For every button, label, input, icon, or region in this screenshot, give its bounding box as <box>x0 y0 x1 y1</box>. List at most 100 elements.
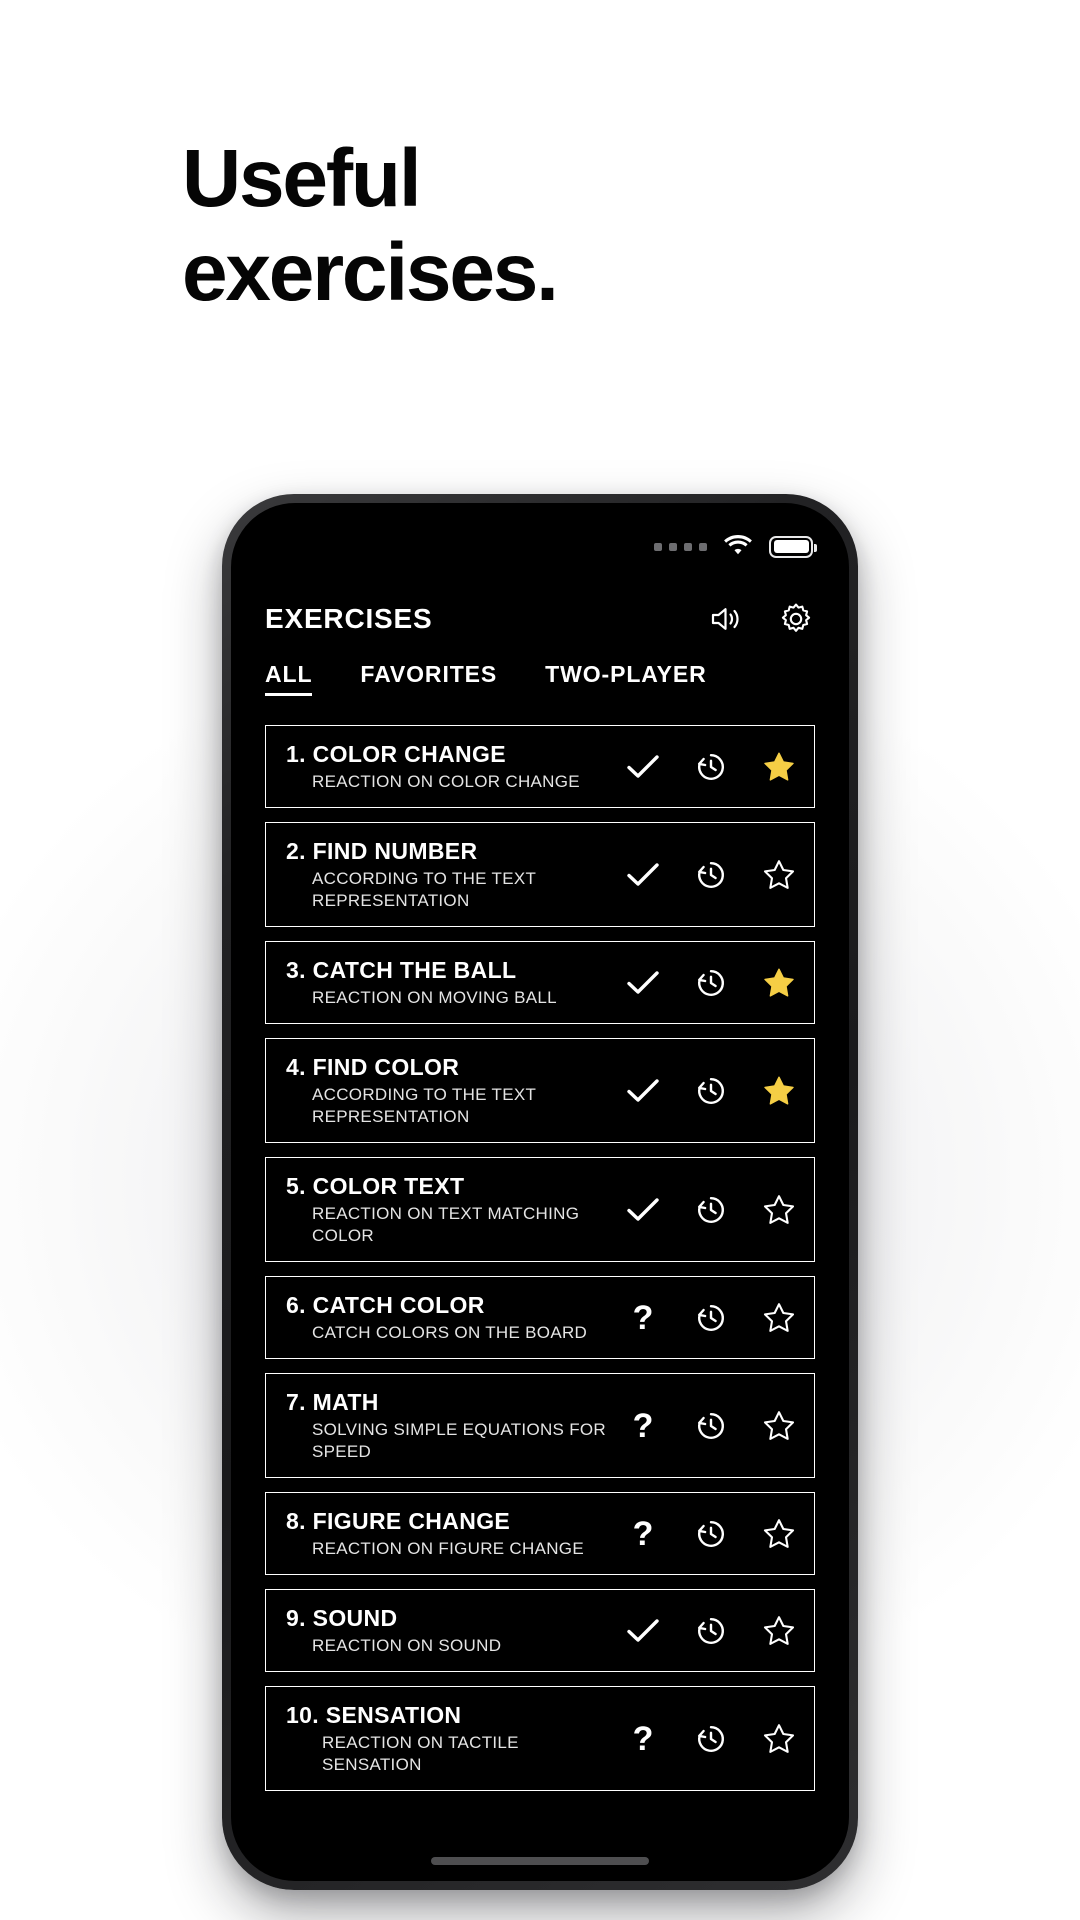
exercise-subtitle: REACTION ON COLOR CHANGE <box>312 772 580 791</box>
history-clock-icon[interactable] <box>694 855 728 895</box>
history-clock-icon[interactable] <box>694 1190 728 1230</box>
exercise-subtitle: REACTION ON MOVING BALL <box>312 988 557 1007</box>
exercise-subtitle: ACCORDING TO THE TEXT REPRESENTATION <box>312 869 536 910</box>
exercise-title: 1. COLOR CHANGE <box>286 741 506 767</box>
status-bar-right <box>654 533 817 560</box>
exercise-card-text: 9. SOUND REACTION ON SOUND <box>286 1604 612 1657</box>
check-icon <box>626 1611 660 1651</box>
exercise-card[interactable]: 4. FIND COLOR ACCORDING TO THE TEXT REPRE… <box>265 1038 815 1143</box>
history-clock-icon[interactable] <box>694 1071 728 1111</box>
exercise-card[interactable]: 5. COLOR TEXT REACTION ON TEXT MATCHING C… <box>265 1157 815 1262</box>
exercise-card-text: 10. SENSATION REACTION ON TACTILE SENSATI… <box>286 1701 612 1776</box>
exercise-subtitle: REACTION ON TEXT MATCHING COLOR <box>312 1204 580 1245</box>
exercise-title: 3. CATCH THE BALL <box>286 957 517 983</box>
phone-mockup: EXERCISES ALL FAVORITES TWO-PLAYER 1. CO… <box>222 494 858 1890</box>
star-outline-icon[interactable] <box>762 855 796 895</box>
exercise-card[interactable]: 2. FIND NUMBER ACCORDING TO THE TEXT REPR… <box>265 822 815 927</box>
exercise-subtitle: REACTION ON TACTILE SENSATION <box>322 1733 519 1774</box>
star-outline-icon[interactable] <box>762 1190 796 1230</box>
exercise-card[interactable]: 1. COLOR CHANGE REACTION ON COLOR CHANGE <box>265 725 815 808</box>
question-mark-icon: ? <box>632 1298 654 1337</box>
question-mark-icon: ? <box>632 1719 654 1758</box>
exercise-card-text: 4. FIND COLOR ACCORDING TO THE TEXT REPRE… <box>286 1053 612 1128</box>
tab-bar: ALL FAVORITES TWO-PLAYER <box>231 661 849 717</box>
check-icon <box>626 855 660 895</box>
exercise-actions: ? <box>612 1719 796 1759</box>
header-actions <box>709 602 813 636</box>
exercise-actions <box>612 1190 796 1230</box>
exercise-subtitle: SOLVING SIMPLE EQUATIONS FOR SPEED <box>312 1420 606 1461</box>
exercise-title: 9. SOUND <box>286 1605 398 1631</box>
exercise-actions <box>612 855 796 895</box>
exercise-title: 4. FIND COLOR <box>286 1054 460 1080</box>
tab-all[interactable]: ALL <box>265 661 313 696</box>
exercise-card-text: 7. MATH SOLVING SIMPLE EQUATIONS FOR SPEE… <box>286 1388 612 1463</box>
star-outline-icon[interactable] <box>762 1514 796 1554</box>
star-filled-icon[interactable] <box>762 1071 796 1111</box>
star-outline-icon[interactable] <box>762 1298 796 1338</box>
exercise-subtitle: REACTION ON FIGURE CHANGE <box>312 1539 584 1558</box>
check-icon <box>626 747 660 787</box>
exercise-actions <box>612 1071 796 1111</box>
history-clock-icon[interactable] <box>694 1298 728 1338</box>
signal-dots-icon <box>654 542 707 551</box>
exercise-list[interactable]: 1. COLOR CHANGE REACTION ON COLOR CHANGE 2… <box>231 725 849 1881</box>
exercise-actions: ? <box>612 1406 796 1446</box>
gear-icon[interactable] <box>779 602 813 636</box>
page-title: Useful exercises. <box>182 132 942 320</box>
exercise-card[interactable]: 9. SOUND REACTION ON SOUND <box>265 1589 815 1672</box>
headline-line-2: exercises. <box>182 227 559 318</box>
history-clock-icon[interactable] <box>694 963 728 1003</box>
question-mark-icon: ? <box>632 1514 654 1553</box>
exercise-card-text: 1. COLOR CHANGE REACTION ON COLOR CHANGE <box>286 740 612 793</box>
check-icon <box>626 1071 660 1111</box>
exercise-actions <box>612 1611 796 1651</box>
exercise-card[interactable]: 7. MATH SOLVING SIMPLE EQUATIONS FOR SPEE… <box>265 1373 815 1478</box>
exercise-subtitle: REACTION ON SOUND <box>312 1636 502 1655</box>
exercise-title: 8. FIGURE CHANGE <box>286 1508 511 1534</box>
headline-line-1: Useful <box>182 133 422 224</box>
exercise-actions <box>612 747 796 787</box>
exercise-title: 5. COLOR TEXT <box>286 1173 465 1199</box>
app-title: EXERCISES <box>265 603 433 634</box>
exercise-title: 7. MATH <box>286 1389 379 1415</box>
star-outline-icon[interactable] <box>762 1719 796 1759</box>
status-bar <box>231 503 849 581</box>
exercise-actions <box>612 963 796 1003</box>
exercise-actions: ? <box>612 1298 796 1338</box>
exercise-card[interactable]: 6. CATCH COLOR CATCH COLORS ON THE BOARD? <box>265 1276 815 1359</box>
tab-two-player[interactable]: TWO-PLAYER <box>545 661 707 696</box>
history-clock-icon[interactable] <box>694 1406 728 1446</box>
tab-favorites[interactable]: FAVORITES <box>360 661 497 696</box>
history-clock-icon[interactable] <box>694 747 728 787</box>
exercise-actions: ? <box>612 1514 796 1554</box>
history-clock-icon[interactable] <box>694 1719 728 1759</box>
exercise-card-text: 5. COLOR TEXT REACTION ON TEXT MATCHING C… <box>286 1172 612 1247</box>
star-outline-icon[interactable] <box>762 1611 796 1651</box>
home-indicator <box>431 1857 649 1865</box>
speaker-volume-icon[interactable] <box>709 604 743 634</box>
exercise-card[interactable]: 10. SENSATION REACTION ON TACTILE SENSATI… <box>265 1686 815 1791</box>
star-filled-icon[interactable] <box>762 747 796 787</box>
check-icon <box>626 1190 660 1230</box>
history-clock-icon[interactable] <box>694 1514 728 1554</box>
phone-screen: EXERCISES ALL FAVORITES TWO-PLAYER 1. CO… <box>231 503 849 1881</box>
exercise-card-text: 2. FIND NUMBER ACCORDING TO THE TEXT REPR… <box>286 837 612 912</box>
star-filled-icon[interactable] <box>762 963 796 1003</box>
exercise-title: 6. CATCH COLOR <box>286 1292 485 1318</box>
check-icon <box>626 963 660 1003</box>
exercise-card-text: 3. CATCH THE BALL REACTION ON MOVING BALL <box>286 956 612 1009</box>
exercise-card-text: 8. FIGURE CHANGE REACTION ON FIGURE CHANG… <box>286 1507 612 1560</box>
star-outline-icon[interactable] <box>762 1406 796 1446</box>
battery-full-icon <box>769 535 817 558</box>
exercise-title: 10. SENSATION <box>286 1702 462 1728</box>
history-clock-icon[interactable] <box>694 1611 728 1651</box>
app-header: EXERCISES <box>231 581 849 657</box>
exercise-card[interactable]: 3. CATCH THE BALL REACTION ON MOVING BALL <box>265 941 815 1024</box>
wifi-icon <box>723 533 753 560</box>
exercise-title: 2. FIND NUMBER <box>286 838 478 864</box>
exercise-subtitle: ACCORDING TO THE TEXT REPRESENTATION <box>312 1085 536 1126</box>
exercise-card-text: 6. CATCH COLOR CATCH COLORS ON THE BOARD <box>286 1291 612 1344</box>
question-mark-icon: ? <box>632 1406 654 1445</box>
exercise-card[interactable]: 8. FIGURE CHANGE REACTION ON FIGURE CHANG… <box>265 1492 815 1575</box>
